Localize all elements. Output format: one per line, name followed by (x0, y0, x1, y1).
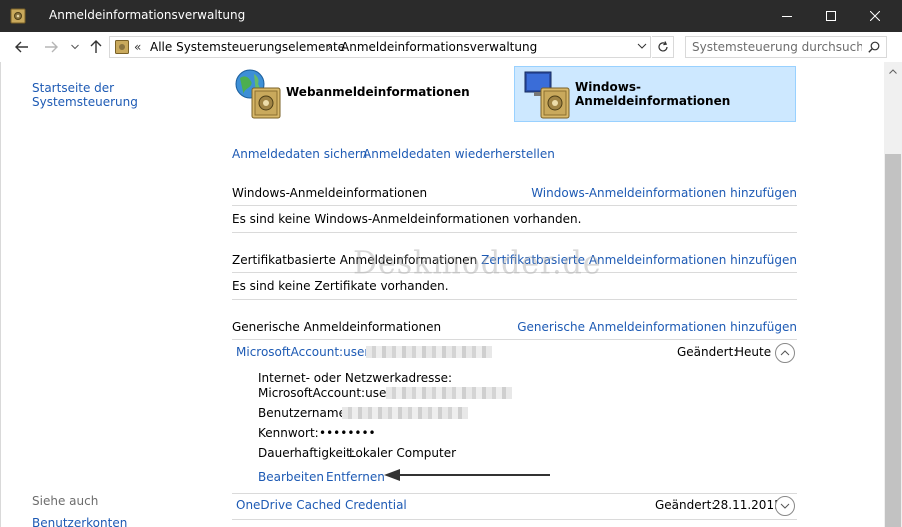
annotation-arrow-icon (384, 469, 550, 481)
chevron-down-icon (71, 44, 79, 50)
see-also-heading: Siehe auch (32, 494, 99, 508)
recent-locations-button[interactable] (66, 38, 84, 56)
refresh-button[interactable] (652, 36, 674, 58)
user-accounts-link[interactable]: Benutzerkonten (32, 516, 127, 527)
changed-value: Heute (735, 345, 772, 359)
web-credentials-tile[interactable]: Webanmeldeinformationen (232, 62, 482, 122)
breadcrumb-separator[interactable]: › (327, 40, 332, 54)
arrow-left-icon (15, 41, 28, 53)
windows-credentials-tile[interactable]: Windows-Anmeldeinformationen (514, 66, 796, 122)
search-box[interactable] (685, 36, 887, 58)
credential-name[interactable]: MicrosoftAccount:user= (236, 345, 379, 359)
remove-credential-link[interactable]: Entfernen (326, 470, 385, 484)
credential-manager-icon (10, 8, 26, 24)
chevron-down-icon[interactable] (637, 42, 647, 50)
divider (232, 299, 797, 300)
search-input[interactable] (692, 39, 862, 55)
collapse-button[interactable] (775, 343, 795, 363)
web-credentials-icon (232, 68, 281, 119)
vertical-scrollbar[interactable] (884, 62, 902, 527)
watermark: Deskmodder.de (353, 245, 602, 282)
persistence-value: Lokaler Computer (349, 446, 457, 460)
breadcrumb-overflow[interactable]: « (134, 40, 141, 54)
persistence-label: Dauerhaftigkeit: (258, 446, 355, 460)
windows-credentials-label: Windows-Anmeldeinformationen (575, 80, 731, 108)
changed-label: Geändert: (677, 345, 738, 359)
maximize-icon (826, 11, 836, 21)
backup-credentials-link[interactable]: Anmeldedaten sichern (232, 147, 367, 161)
redacted-username (342, 407, 468, 419)
control-panel-icon (115, 40, 129, 54)
left-navigation-pane: Startseite der Systemsteuerung Siehe auc… (0, 62, 218, 527)
minimize-button[interactable] (764, 0, 810, 32)
add-generic-credential-link[interactable]: Generische Anmeldeinformationen hinzufüg… (517, 320, 797, 334)
scrollbar-thumb[interactable] (885, 154, 901, 527)
window-title: Anmeldeinformationsverwaltung (49, 8, 246, 22)
web-credentials-label: Webanmeldeinformationen (286, 85, 470, 99)
breadcrumb-current[interactable]: Anmeldeinformationsverwaltung (341, 40, 537, 54)
arrow-right-icon (45, 41, 58, 53)
changed-label: Geändert: (655, 498, 716, 512)
maximize-button[interactable] (808, 0, 854, 32)
redacted-user (386, 387, 512, 399)
divider (232, 232, 797, 233)
chevron-up-icon (780, 350, 790, 356)
main-content: Webanmeldeinformationen Windows-Anmeldei… (218, 62, 884, 527)
minimize-icon (782, 16, 792, 17)
windows-credentials-heading: Windows-Anmeldeinformationen (232, 186, 428, 200)
search-icon[interactable] (868, 41, 880, 53)
address-label: Internet- oder Netzwerkadresse: (258, 371, 453, 385)
expand-button[interactable] (775, 496, 795, 516)
add-windows-credential-link[interactable]: Windows-Anmeldeinformationen hinzufügen (531, 186, 797, 200)
windows-credentials-empty-text: Es sind keine Windows-Anmeldeinformation… (232, 212, 582, 226)
divider (232, 339, 797, 340)
edit-credential-link[interactable]: Bearbeiten (258, 470, 324, 484)
restore-credentials-link[interactable]: Anmeldedaten wiederherstellen (363, 147, 555, 161)
redacted-user (366, 346, 492, 358)
close-button[interactable] (852, 0, 898, 32)
close-icon (870, 11, 880, 21)
refresh-icon (657, 41, 668, 52)
windows-credentials-icon (521, 70, 570, 119)
password-label: Kennwort: (258, 426, 319, 440)
back-button[interactable] (13, 38, 31, 56)
control-panel-home-link[interactable]: Startseite der Systemsteuerung (32, 81, 218, 109)
scroll-up-button[interactable] (884, 62, 902, 80)
up-button[interactable] (87, 38, 105, 56)
changed-value: 28.11.2015 (713, 498, 782, 512)
forward-button[interactable] (42, 38, 60, 56)
title-bar: Anmeldeinformationsverwaltung (0, 0, 902, 32)
address-value: MicrosoftAccount:user= (258, 386, 402, 400)
chevron-up-icon (889, 68, 897, 74)
chevron-down-icon (780, 503, 790, 509)
divider (232, 205, 797, 206)
divider (232, 519, 797, 520)
arrow-up-icon (90, 40, 102, 53)
generic-credentials-heading: Generische Anmeldeinformationen (232, 320, 442, 334)
credential-name[interactable]: OneDrive Cached Credential (236, 498, 407, 512)
username-label: Benutzername: (258, 406, 351, 420)
credential-manager-window: Anmeldeinformationsverwaltung « Alle Sys… (0, 0, 902, 527)
address-bar[interactable]: « Alle Systemsteuerungselemente › Anmeld… (109, 36, 651, 58)
password-value: •••••••• (319, 426, 376, 440)
divider (232, 493, 797, 494)
breadcrumb-all-items[interactable]: Alle Systemsteuerungselemente (150, 40, 345, 54)
